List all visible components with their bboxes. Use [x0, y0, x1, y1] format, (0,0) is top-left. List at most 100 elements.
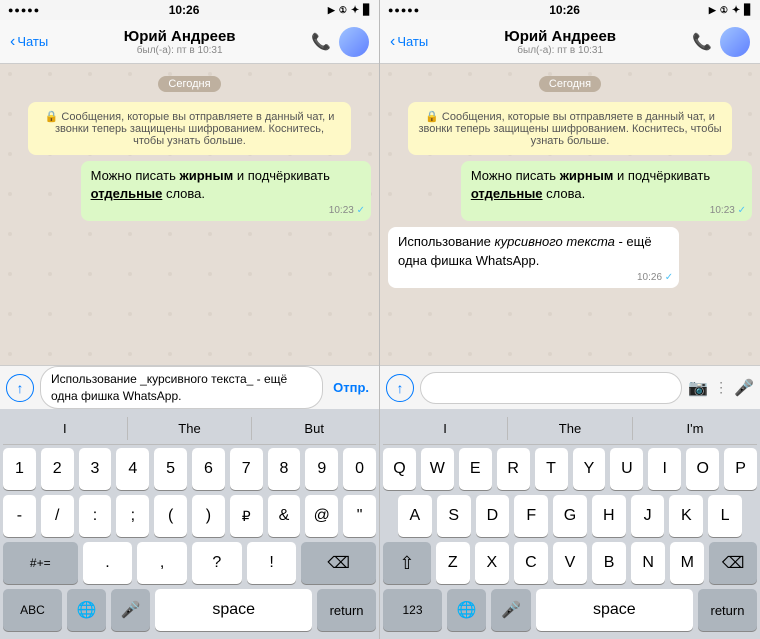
- key-z[interactable]: Z: [436, 542, 470, 584]
- key-k[interactable]: K: [669, 495, 703, 537]
- key-q[interactable]: Q: [383, 448, 416, 490]
- key-8[interactable]: 8: [268, 448, 301, 490]
- camera-icon-right[interactable]: 📷: [688, 378, 708, 398]
- key-colon[interactable]: :: [79, 495, 112, 537]
- key-j[interactable]: J: [631, 495, 665, 537]
- key-t[interactable]: T: [535, 448, 568, 490]
- key-i[interactable]: I: [648, 448, 681, 490]
- message-time-received-right: 10:26 ✓: [637, 271, 673, 285]
- key-x[interactable]: X: [475, 542, 509, 584]
- key-g[interactable]: G: [553, 495, 587, 537]
- key-2[interactable]: 2: [41, 448, 74, 490]
- phone-icon-left[interactable]: 📞: [311, 32, 331, 52]
- avatar-left[interactable]: [339, 27, 369, 57]
- back-label-left[interactable]: Чаты: [17, 34, 48, 49]
- key-backspace-left[interactable]: ⌫: [301, 542, 376, 584]
- system-message-left[interactable]: 🔒 Сообщения, которые вы отправляете в да…: [28, 102, 351, 155]
- key-globe-right[interactable]: 🌐: [447, 589, 486, 631]
- upload-button-left[interactable]: ↑: [6, 374, 34, 402]
- key-rparen[interactable]: ): [192, 495, 225, 537]
- key-shift-right[interactable]: ⇧: [383, 542, 431, 584]
- key-5[interactable]: 5: [154, 448, 187, 490]
- key-backspace-right[interactable]: ⌫: [709, 542, 757, 584]
- suggestion-right-2[interactable]: The: [508, 417, 633, 440]
- key-comma[interactable]: ,: [137, 542, 187, 584]
- key-h[interactable]: H: [592, 495, 626, 537]
- key-p[interactable]: P: [724, 448, 757, 490]
- key-hashplus[interactable]: #+=: [3, 542, 78, 584]
- key-r[interactable]: R: [497, 448, 530, 490]
- back-button-right[interactable]: ‹ Чаты: [390, 33, 428, 51]
- key-e[interactable]: E: [459, 448, 492, 490]
- key-l[interactable]: L: [708, 495, 742, 537]
- lock-icon-left: 🔒: [45, 111, 59, 123]
- key-row-1-left: 1 2 3 4 5 6 7 8 9 0: [3, 448, 376, 490]
- key-0[interactable]: 0: [343, 448, 376, 490]
- key-m[interactable]: M: [670, 542, 704, 584]
- key-mic-right[interactable]: 🎤: [491, 589, 530, 631]
- key-row-3-left: #+= . , ? ! ⌫: [3, 542, 376, 584]
- message-text-sent-left: Можно писать жирным и подчёркивать отдел…: [91, 168, 330, 201]
- chevron-left-icon-right: ‹: [390, 33, 395, 51]
- key-3[interactable]: 3: [79, 448, 112, 490]
- message-input-left[interactable]: Использование _курсивного текста_ - ещё …: [40, 366, 323, 410]
- key-o[interactable]: O: [686, 448, 719, 490]
- key-abc[interactable]: ABC: [3, 589, 62, 631]
- key-quote[interactable]: ": [343, 495, 376, 537]
- key-at[interactable]: @: [305, 495, 338, 537]
- key-globe-left[interactable]: 🌐: [67, 589, 106, 631]
- checkmark-received-right: ✓: [665, 272, 673, 283]
- suggestion-right-1[interactable]: I: [383, 417, 508, 440]
- key-f[interactable]: F: [514, 495, 548, 537]
- bluetooth-icon: ✦: [351, 5, 359, 16]
- suggestion-left-3[interactable]: But: [252, 417, 376, 440]
- phone-icon-right[interactable]: 📞: [692, 32, 712, 52]
- signal-dots-right: ●●●●●: [388, 5, 420, 15]
- date-label-right: Сегодня: [539, 76, 601, 92]
- suggestion-left-2[interactable]: The: [128, 417, 253, 440]
- key-return-right[interactable]: return: [698, 589, 757, 631]
- system-text-left: Сообщения, которые вы отправляете в данн…: [55, 111, 334, 147]
- key-6[interactable]: 6: [192, 448, 225, 490]
- key-mic-left[interactable]: 🎤: [111, 589, 150, 631]
- key-s[interactable]: S: [437, 495, 471, 537]
- dots-icon-right[interactable]: ⋮: [714, 379, 728, 396]
- key-d[interactable]: D: [476, 495, 510, 537]
- key-1[interactable]: 1: [3, 448, 36, 490]
- system-message-right[interactable]: 🔒 Сообщения, которые вы отправляете в да…: [408, 102, 732, 155]
- key-slash[interactable]: /: [41, 495, 74, 537]
- key-4[interactable]: 4: [116, 448, 149, 490]
- key-c[interactable]: C: [514, 542, 548, 584]
- key-amp[interactable]: &: [268, 495, 301, 537]
- key-w[interactable]: W: [421, 448, 454, 490]
- mic-icon-right[interactable]: 🎤: [734, 378, 754, 398]
- key-period[interactable]: .: [83, 542, 133, 584]
- key-dash[interactable]: -: [3, 495, 36, 537]
- upload-button-right[interactable]: ↑: [386, 374, 414, 402]
- send-button-left[interactable]: Отпр.: [329, 380, 373, 395]
- nav-title-right: Юрий Андреев был(-а): пт в 10:31: [504, 28, 616, 56]
- message-input-right[interactable]: [420, 372, 682, 404]
- key-lparen[interactable]: (: [154, 495, 187, 537]
- key-question[interactable]: ?: [192, 542, 242, 584]
- back-label-right[interactable]: Чаты: [397, 34, 428, 49]
- key-v[interactable]: V: [553, 542, 587, 584]
- key-9[interactable]: 9: [305, 448, 338, 490]
- key-7[interactable]: 7: [230, 448, 263, 490]
- key-ruble[interactable]: ₽: [230, 495, 263, 537]
- key-n[interactable]: N: [631, 542, 665, 584]
- key-return-left[interactable]: return: [317, 589, 376, 631]
- suggestion-left-1[interactable]: I: [3, 417, 128, 440]
- key-a[interactable]: A: [398, 495, 432, 537]
- key-u[interactable]: U: [610, 448, 643, 490]
- avatar-right[interactable]: [720, 27, 750, 57]
- key-123[interactable]: 123: [383, 589, 442, 631]
- suggestion-right-3[interactable]: I'm: [633, 417, 757, 440]
- key-semicolon[interactable]: ;: [116, 495, 149, 537]
- key-space-right[interactable]: space: [536, 589, 693, 631]
- back-button-left[interactable]: ‹ Чаты: [10, 33, 48, 51]
- key-y[interactable]: Y: [573, 448, 606, 490]
- key-exclaim[interactable]: !: [247, 542, 297, 584]
- key-space-left[interactable]: space: [155, 589, 312, 631]
- key-b[interactable]: B: [592, 542, 626, 584]
